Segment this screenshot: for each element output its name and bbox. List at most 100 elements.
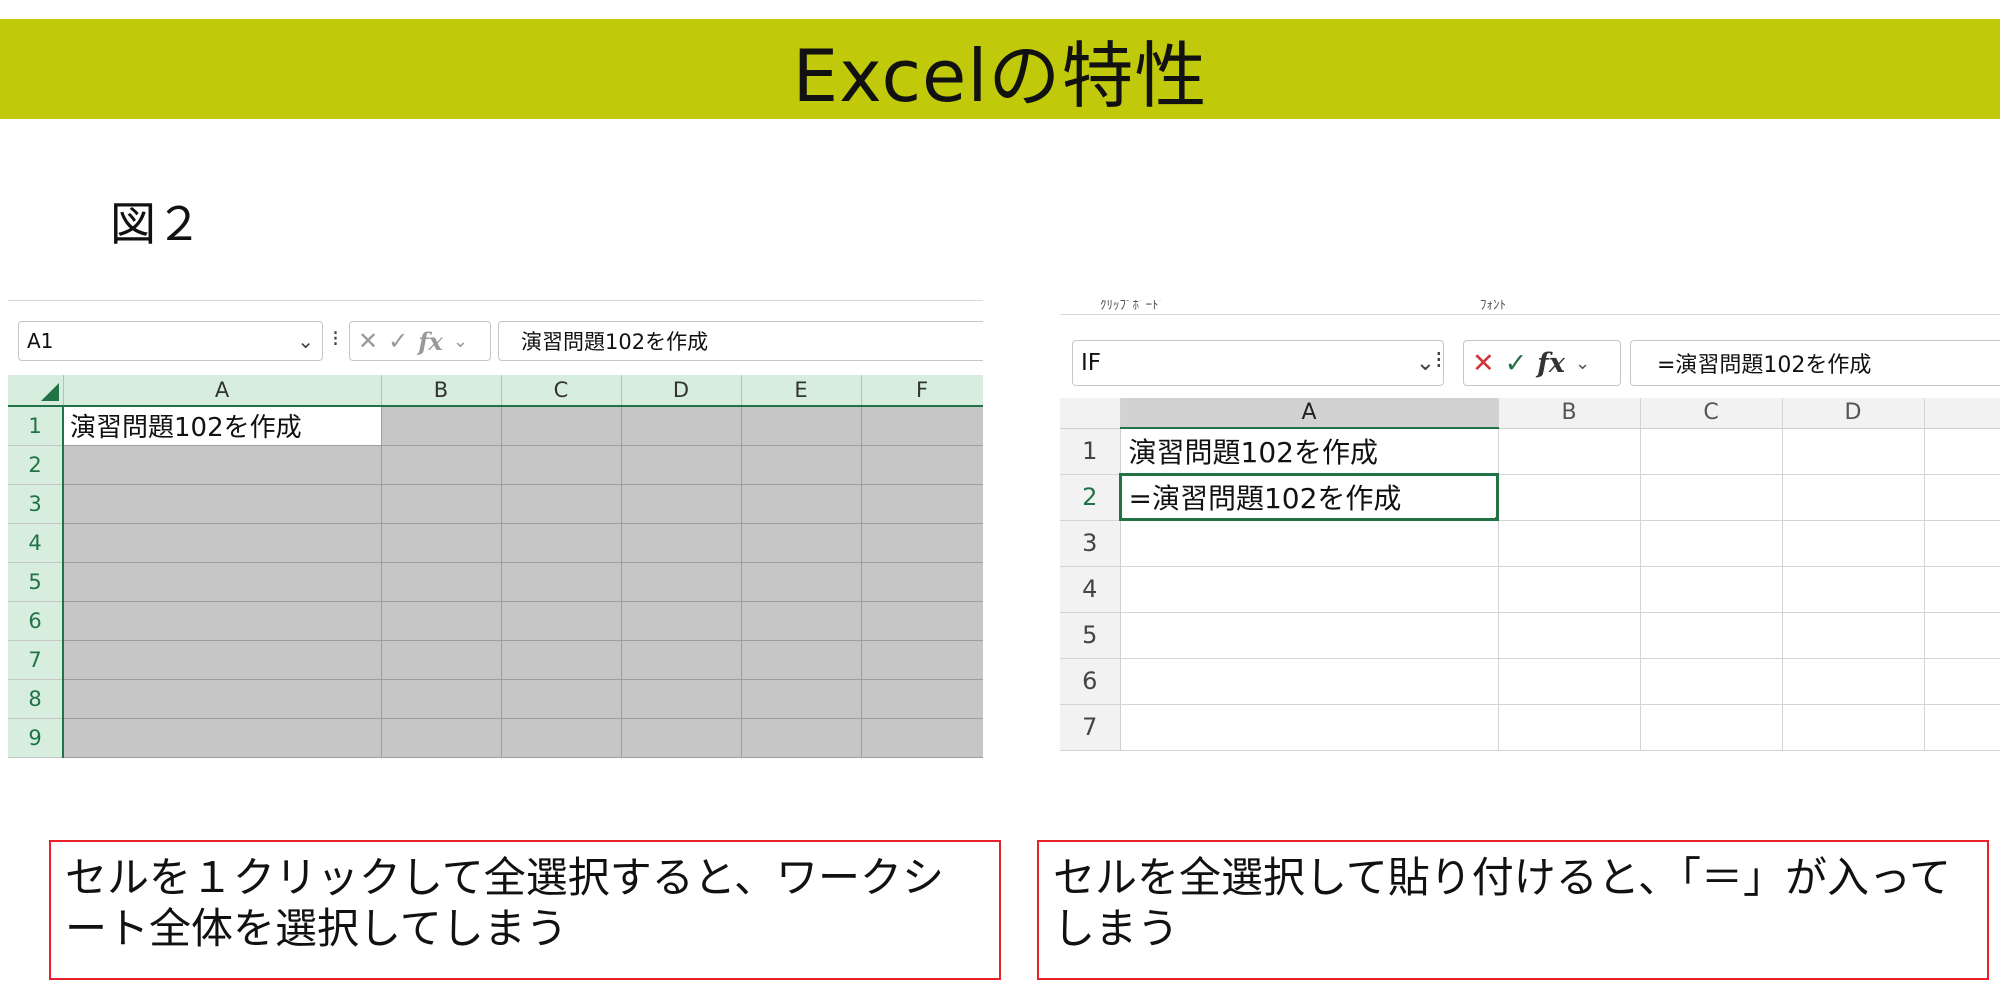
cell[interactable] — [1782, 428, 1925, 475]
row-header[interactable]: 6 — [1060, 658, 1121, 705]
column-header-d[interactable]: D — [1782, 398, 1925, 429]
chevron-down-icon[interactable]: ⌄ — [1416, 350, 1435, 376]
cell[interactable] — [621, 718, 742, 758]
cell[interactable] — [63, 601, 382, 641]
cell[interactable] — [741, 640, 862, 680]
row-header[interactable]: 7 — [8, 640, 64, 680]
cell[interactable] — [621, 640, 742, 680]
cell[interactable] — [381, 640, 502, 680]
cell[interactable] — [501, 718, 622, 758]
cell-a1[interactable]: 演習問題102を作成 — [1120, 428, 1499, 475]
cell[interactable] — [1120, 566, 1499, 613]
cell[interactable] — [63, 484, 382, 524]
cell[interactable] — [1640, 520, 1783, 567]
column-header-f[interactable]: F — [861, 375, 983, 407]
cell[interactable] — [621, 523, 742, 563]
cell[interactable] — [63, 562, 382, 602]
select-all-corner[interactable] — [1060, 398, 1121, 429]
column-header-e[interactable] — [1924, 398, 2000, 429]
cell[interactable] — [621, 406, 742, 446]
cell[interactable] — [621, 562, 742, 602]
cell[interactable] — [861, 445, 983, 485]
cell[interactable] — [381, 406, 502, 446]
cell[interactable] — [861, 562, 983, 602]
row-header[interactable]: 6 — [8, 601, 64, 641]
cell[interactable] — [1498, 474, 1641, 521]
cell[interactable] — [1924, 658, 2000, 705]
cell[interactable] — [861, 640, 983, 680]
row-header[interactable]: 7 — [1060, 704, 1121, 751]
cell[interactable] — [381, 718, 502, 758]
row-header[interactable]: 1 — [8, 406, 64, 446]
cell[interactable] — [501, 406, 622, 446]
chevron-down-icon[interactable]: ⌄ — [1575, 353, 1590, 374]
cell[interactable] — [741, 445, 862, 485]
row-header[interactable]: 3 — [8, 484, 64, 524]
cell[interactable] — [501, 484, 622, 524]
cell[interactable] — [501, 562, 622, 602]
cell[interactable] — [63, 718, 382, 758]
cell[interactable] — [1640, 566, 1783, 613]
row-header[interactable]: 9 — [8, 718, 64, 758]
cell[interactable] — [1120, 704, 1499, 751]
cell[interactable] — [741, 484, 862, 524]
column-header-d[interactable]: D — [621, 375, 742, 407]
column-header-a[interactable]: A — [63, 375, 382, 407]
cell[interactable] — [861, 718, 983, 758]
cell[interactable] — [741, 406, 862, 446]
cell[interactable] — [741, 523, 862, 563]
row-header[interactable]: 5 — [8, 562, 64, 602]
column-header-c[interactable]: C — [1640, 398, 1783, 429]
cell[interactable] — [1498, 520, 1641, 567]
cell[interactable] — [1782, 566, 1925, 613]
checkmark-icon[interactable]: ✓ — [1505, 348, 1528, 379]
cell[interactable] — [1498, 566, 1641, 613]
cell[interactable] — [741, 562, 862, 602]
cell[interactable] — [381, 523, 502, 563]
cell[interactable] — [1498, 428, 1641, 475]
cell[interactable] — [63, 523, 382, 563]
cell[interactable] — [381, 562, 502, 602]
cell[interactable] — [621, 601, 742, 641]
column-header-c[interactable]: C — [501, 375, 622, 407]
select-all-triangle-icon[interactable] — [8, 375, 64, 407]
column-header-b[interactable]: B — [1498, 398, 1641, 429]
cell[interactable] — [381, 484, 502, 524]
cell[interactable] — [1640, 612, 1783, 659]
cell[interactable] — [1640, 474, 1783, 521]
cell[interactable] — [1924, 566, 2000, 613]
cell[interactable] — [501, 523, 622, 563]
cell-a2-active[interactable]: =演習問題102を作成 — [1119, 473, 1499, 521]
cell[interactable] — [621, 445, 742, 485]
cell[interactable] — [1782, 612, 1925, 659]
formula-bar[interactable]: =演習問題102を作成 — [1630, 340, 2000, 386]
name-box[interactable]: A1 ⌄ — [18, 321, 323, 361]
cell[interactable] — [1782, 474, 1925, 521]
row-header[interactable]: 8 — [8, 679, 64, 719]
cell[interactable] — [1498, 658, 1641, 705]
row-header[interactable]: 1 — [1060, 428, 1121, 475]
row-header[interactable]: 4 — [1060, 566, 1121, 613]
cell[interactable] — [1782, 704, 1925, 751]
cell[interactable] — [861, 484, 983, 524]
cell[interactable] — [381, 445, 502, 485]
cell[interactable] — [63, 640, 382, 680]
cell[interactable] — [741, 718, 862, 758]
row-header[interactable]: 2 — [8, 445, 64, 485]
more-options-icon[interactable]: ⁝ — [332, 327, 339, 352]
cell[interactable] — [501, 679, 622, 719]
cell[interactable] — [1640, 428, 1783, 475]
cell[interactable] — [1120, 658, 1499, 705]
cell[interactable] — [381, 679, 502, 719]
cell-a1[interactable]: 演習問題102を作成 — [63, 406, 382, 446]
cell[interactable] — [63, 445, 382, 485]
row-header[interactable]: 5 — [1060, 612, 1121, 659]
cell[interactable] — [1640, 658, 1783, 705]
name-box[interactable]: IF ⌄ — [1072, 340, 1444, 386]
cell[interactable] — [621, 484, 742, 524]
checkmark-icon[interactable]: ✓ — [388, 327, 408, 355]
cell[interactable] — [1924, 704, 2000, 751]
cell[interactable] — [621, 679, 742, 719]
cell[interactable] — [1924, 474, 2000, 521]
more-options-icon[interactable]: ⁝ — [1435, 346, 1443, 374]
